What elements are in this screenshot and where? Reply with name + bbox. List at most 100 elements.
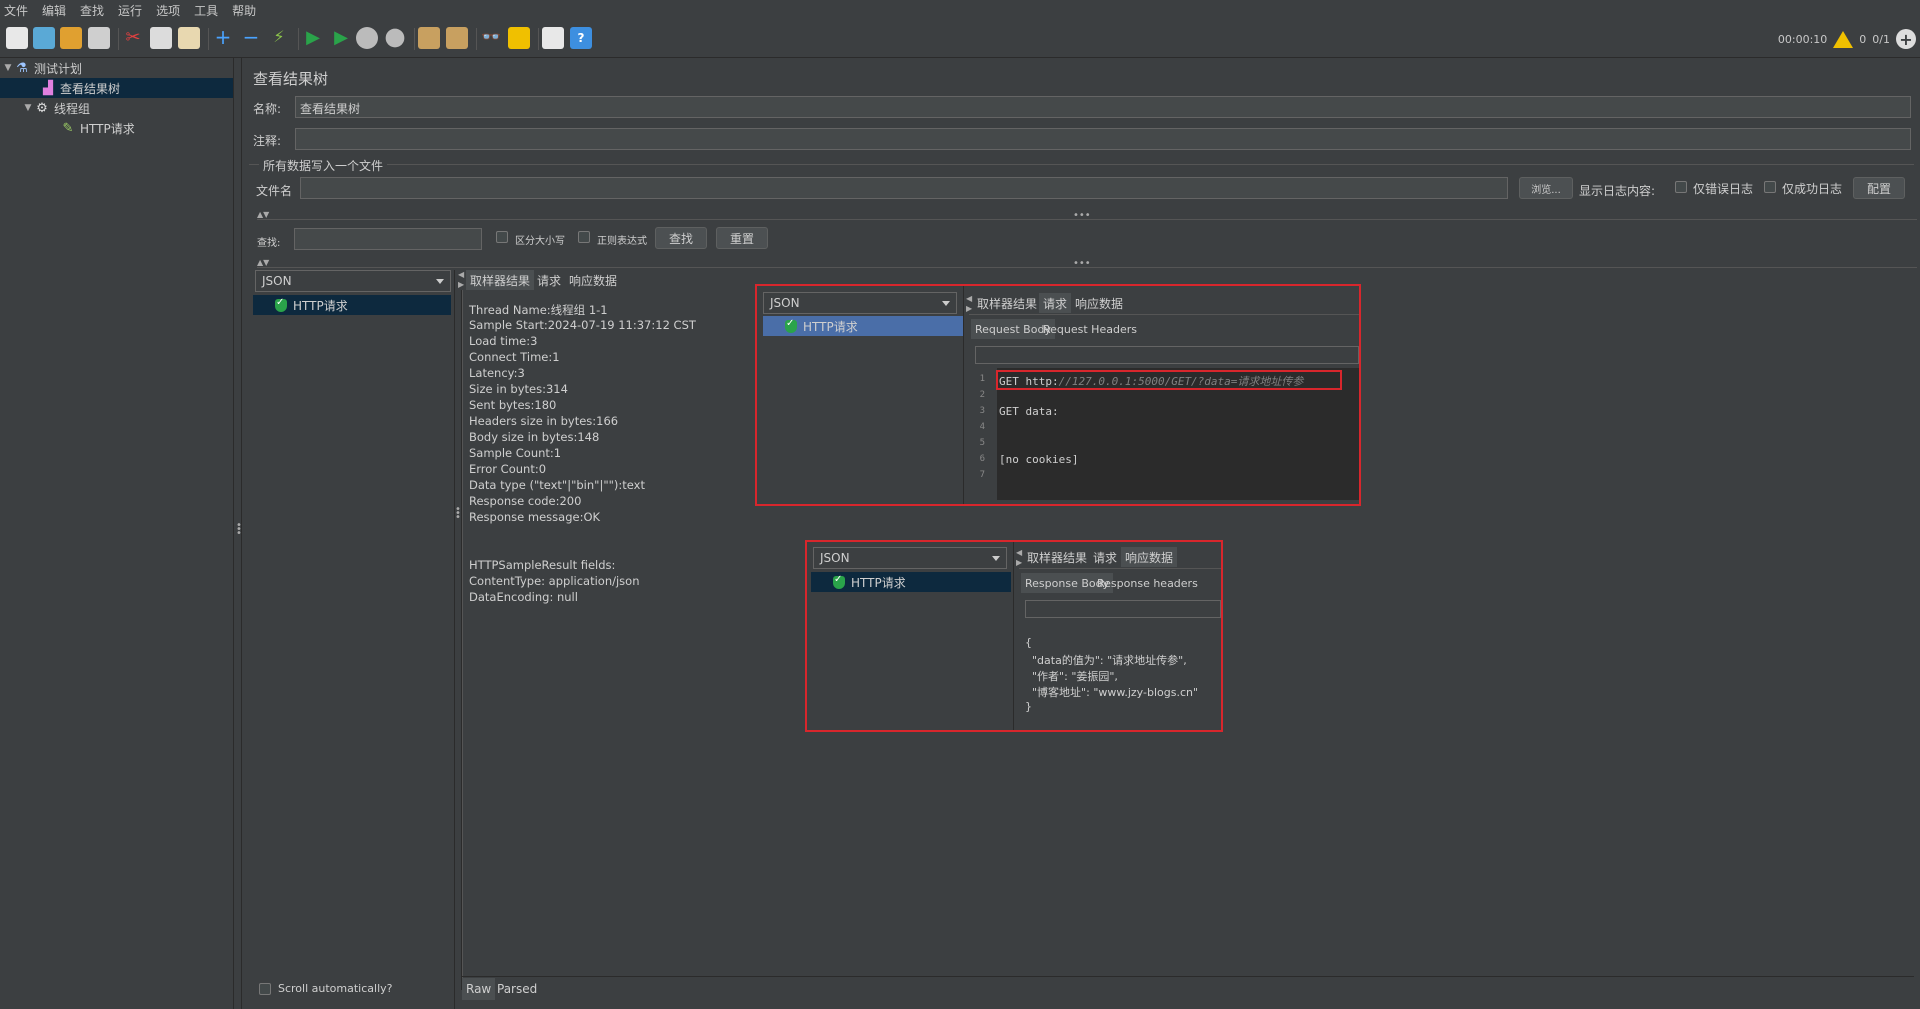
tree-item-thread-group[interactable]: ▼ ⚙ 线程组 bbox=[22, 98, 90, 118]
sampler-result-line: Thread Name:线程组 1-1 bbox=[469, 303, 608, 317]
paste-icon[interactable] bbox=[178, 27, 200, 49]
collapse-icon[interactable]: − bbox=[240, 27, 262, 49]
sample-field-line: ContentType: application/json bbox=[469, 574, 640, 588]
clear-icon[interactable] bbox=[418, 27, 440, 49]
main-panel: 查看结果树 名称: 查看结果树 注释: 所有数据写入一个文件 文件名 浏览...… bbox=[243, 58, 1920, 1009]
templates-icon[interactable] bbox=[33, 27, 55, 49]
tree-item-http-request[interactable]: ✎ HTTP请求 bbox=[60, 118, 135, 138]
tab-parsed[interactable]: Parsed bbox=[493, 978, 541, 1000]
page-title: 查看结果树 bbox=[253, 70, 329, 88]
divider-grip-icon[interactable]: ••• bbox=[1073, 258, 1091, 269]
tab-request-headers[interactable]: Request Headers bbox=[1039, 319, 1141, 339]
response-body-line: { bbox=[1025, 636, 1032, 649]
tab-raw[interactable]: Raw bbox=[462, 978, 496, 1000]
sampler-result-line: Size in bytes:314 bbox=[469, 382, 568, 396]
name-field[interactable]: 查看结果树 bbox=[295, 96, 1911, 118]
tab-request[interactable]: 请求 bbox=[1039, 293, 1072, 313]
toggle-icon[interactable]: ⚡ bbox=[268, 27, 290, 49]
menu-help[interactable]: 帮助 bbox=[232, 2, 256, 19]
reset-search-icon[interactable] bbox=[508, 27, 530, 49]
tab-sampler-result[interactable]: 取样器结果 bbox=[973, 293, 1041, 313]
menu-options[interactable]: 选项 bbox=[156, 2, 180, 19]
configure-button[interactable]: 配置 bbox=[1853, 177, 1905, 199]
sampler-result-line: Sample Count:1 bbox=[469, 446, 562, 460]
clear-all-icon[interactable] bbox=[446, 27, 468, 49]
chevron-down-icon[interactable]: ▼ bbox=[22, 103, 34, 113]
expand-icon[interactable]: + bbox=[212, 27, 234, 49]
tab-response-headers[interactable]: Response headers bbox=[1093, 573, 1202, 593]
tab-sampler-result[interactable]: 取样器结果 bbox=[1023, 547, 1091, 567]
menu-run[interactable]: 运行 bbox=[118, 2, 142, 19]
sampler-result-line: Sample Start:2024-07-19 11:37:12 CST bbox=[469, 318, 696, 332]
tab-response-data[interactable]: 响应数据 bbox=[565, 270, 621, 290]
tab-request[interactable]: 请求 bbox=[1089, 547, 1121, 567]
menu-edit[interactable]: 编辑 bbox=[42, 2, 66, 19]
tab-scroll-arrows[interactable]: ◀ ▶ bbox=[966, 294, 972, 314]
chevron-down-icon[interactable]: ▼ bbox=[2, 63, 14, 73]
binoculars-icon[interactable]: 👓 bbox=[480, 27, 502, 49]
start-icon[interactable]: ▶ bbox=[302, 27, 324, 49]
search-input[interactable] bbox=[294, 228, 482, 250]
errors-only-label: 仅错误日志 bbox=[1693, 182, 1754, 196]
response-screenshot-overlay: JSON HTTP请求 ◀▶ 取样器结果 请求 响应数据 Response Bo… bbox=[805, 540, 1223, 732]
menu-search[interactable]: 查找 bbox=[80, 2, 104, 19]
cut-icon[interactable]: ✂ bbox=[122, 27, 144, 49]
response-body-text: { "data的值为": "请求地址传参", "作者": "姜振园", "博客地… bbox=[1025, 636, 1221, 726]
tree-item-test-plan[interactable]: ▼ ⚗ 测试计划 bbox=[2, 58, 82, 78]
tab-scroll-arrows[interactable]: ◀ ▶ bbox=[458, 270, 464, 290]
stop-icon[interactable] bbox=[356, 27, 378, 49]
start-no-pause-icon[interactable]: ▶ bbox=[330, 27, 352, 49]
result-item[interactable]: HTTP请求 bbox=[253, 295, 451, 315]
status-area: 00:00:10 0 0/1 + bbox=[1778, 28, 1916, 50]
save-icon[interactable] bbox=[88, 27, 110, 49]
menu-file[interactable]: 文件 bbox=[4, 2, 28, 19]
url-highlight-box bbox=[996, 370, 1342, 390]
response-search-field[interactable] bbox=[1025, 600, 1221, 618]
tab-response-data[interactable]: 响应数据 bbox=[1071, 293, 1127, 313]
tab-sampler-result[interactable]: 取样器结果 bbox=[466, 270, 535, 290]
no-cookies-text: [no cookies] bbox=[999, 453, 1079, 466]
filename-label: 文件名 bbox=[256, 184, 293, 198]
case-sensitive-checkbox[interactable] bbox=[496, 231, 508, 243]
regex-checkbox[interactable] bbox=[578, 231, 590, 243]
renderer-select[interactable]: JSON bbox=[763, 292, 957, 314]
add-icon[interactable]: + bbox=[1896, 29, 1916, 49]
scroll-auto-checkbox[interactable] bbox=[259, 983, 271, 995]
request-search-field[interactable] bbox=[975, 346, 1359, 364]
renderer-select[interactable]: JSON bbox=[813, 547, 1007, 569]
result-item[interactable]: HTTP请求 bbox=[811, 572, 1011, 592]
sample-fields-text: HTTPSampleResult fields: ContentType: app… bbox=[469, 558, 769, 608]
browse-button[interactable]: 浏览... bbox=[1519, 177, 1573, 199]
divider-grip-icon[interactable]: ••• bbox=[1073, 210, 1091, 221]
tree-splitter[interactable]: • • • bbox=[234, 58, 242, 1009]
tab-scroll-arrows[interactable]: ◀ ▶ bbox=[1016, 548, 1022, 568]
result-item[interactable]: HTTP请求 bbox=[763, 316, 963, 336]
filename-field[interactable] bbox=[300, 177, 1508, 199]
help-icon[interactable]: ? bbox=[570, 27, 592, 49]
sampler-result-line: Sent bytes:180 bbox=[469, 398, 557, 412]
response-body-line: "作者": "姜振园", bbox=[1025, 670, 1118, 683]
comment-field[interactable] bbox=[295, 128, 1911, 150]
menu-tools[interactable]: 工具 bbox=[194, 2, 218, 19]
find-button[interactable]: 查找 bbox=[655, 227, 707, 249]
open-icon[interactable] bbox=[60, 27, 82, 49]
reset-button[interactable]: 重置 bbox=[716, 227, 768, 249]
tab-response-data[interactable]: 响应数据 bbox=[1121, 547, 1178, 567]
errors-only-checkbox[interactable] bbox=[1675, 181, 1687, 193]
scroll-auto-label: Scroll automatically? bbox=[278, 982, 393, 995]
collapse-arrows-icon[interactable]: ▲▼ bbox=[257, 258, 269, 267]
tree-item-view-results-tree[interactable]: ▟ 查看结果树 bbox=[0, 78, 233, 98]
collapse-arrows-icon[interactable]: ▲▼ bbox=[257, 210, 269, 219]
success-shield-icon bbox=[275, 297, 287, 312]
shutdown-icon[interactable] bbox=[385, 28, 405, 48]
function-helper-icon[interactable] bbox=[542, 27, 564, 49]
response-body-line: "data的值为": "请求地址传参", bbox=[1025, 654, 1187, 667]
warning-icon[interactable] bbox=[1833, 30, 1854, 48]
new-icon[interactable] bbox=[6, 27, 28, 49]
sampler-result-line: Response code:200 bbox=[469, 494, 582, 508]
copy-icon[interactable] bbox=[150, 27, 172, 49]
tab-request[interactable]: 请求 bbox=[533, 270, 565, 290]
success-only-checkbox[interactable] bbox=[1764, 181, 1776, 193]
renderer-select[interactable]: JSON bbox=[255, 270, 451, 292]
response-body-line: "博客地址": "www.jzy-blogs.cn" bbox=[1025, 686, 1199, 699]
